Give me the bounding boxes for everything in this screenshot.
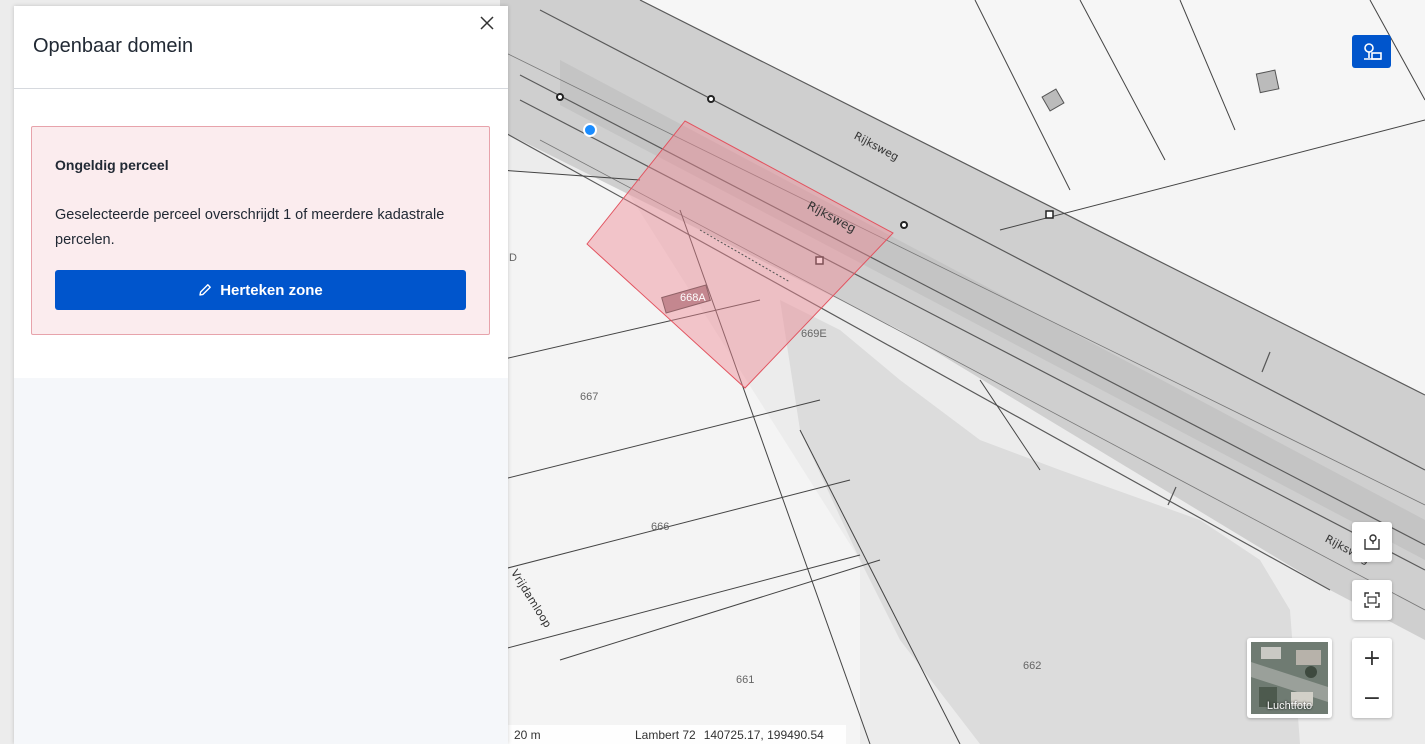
- aerial-photo-toggle[interactable]: Luchtfoto: [1247, 638, 1332, 718]
- aerial-photo-label: Luchtfoto: [1266, 700, 1313, 712]
- parcel-label: 667: [580, 391, 599, 403]
- locate-button[interactable]: [1352, 522, 1392, 562]
- parcel-label: 669E: [801, 328, 827, 340]
- panel-title: Openbaar domein: [33, 35, 194, 57]
- app-root: Rijksweg Rijksweg Rijksweg Vrijdamloop 6…: [0, 0, 1425, 744]
- alert-title: Ongeldig perceel: [55, 157, 169, 173]
- parcel-label: 661: [736, 674, 755, 686]
- layer-toggle-button[interactable]: [1352, 35, 1391, 68]
- parcel-label: 666: [651, 521, 670, 533]
- alert-message: Geselecteerde perceel overschrijdt 1 of …: [55, 207, 445, 248]
- parcel-label: D: [509, 252, 517, 264]
- pencil-icon: [198, 283, 212, 297]
- location-layer-icon: [1363, 42, 1382, 60]
- panel-content: Openbaar domein Ongeldig perceel Geselec…: [14, 6, 508, 378]
- redraw-zone-button[interactable]: Herteken zone: [55, 270, 466, 310]
- fullscreen-icon: [1364, 592, 1380, 608]
- fit-extent-button[interactable]: [1352, 580, 1392, 620]
- map-status-bar: 20 m Lambert 72 140725.17, 199490.54: [508, 725, 846, 744]
- projection-label: Lambert 72: [635, 727, 696, 742]
- parcel-label: 668A: [680, 292, 706, 304]
- panel-header: Openbaar domein: [14, 6, 508, 89]
- zoom-controls: + −: [1352, 638, 1392, 718]
- redraw-zone-label: Herteken zone: [220, 281, 323, 299]
- scale-label: 20 m: [514, 727, 541, 742]
- coordinates-readout: 140725.17, 199490.54: [703, 727, 824, 742]
- close-icon: [480, 16, 494, 30]
- map-pin-icon: [1364, 534, 1380, 550]
- zoom-out-button[interactable]: −: [1352, 678, 1392, 718]
- close-button[interactable]: [476, 12, 498, 34]
- parcel-label: 662: [1023, 660, 1042, 672]
- zoom-in-button[interactable]: +: [1352, 638, 1392, 678]
- side-panel: Openbaar domein Ongeldig perceel Geselec…: [14, 6, 508, 744]
- error-alert: Ongeldig perceel Geselecteerde perceel o…: [31, 126, 490, 335]
